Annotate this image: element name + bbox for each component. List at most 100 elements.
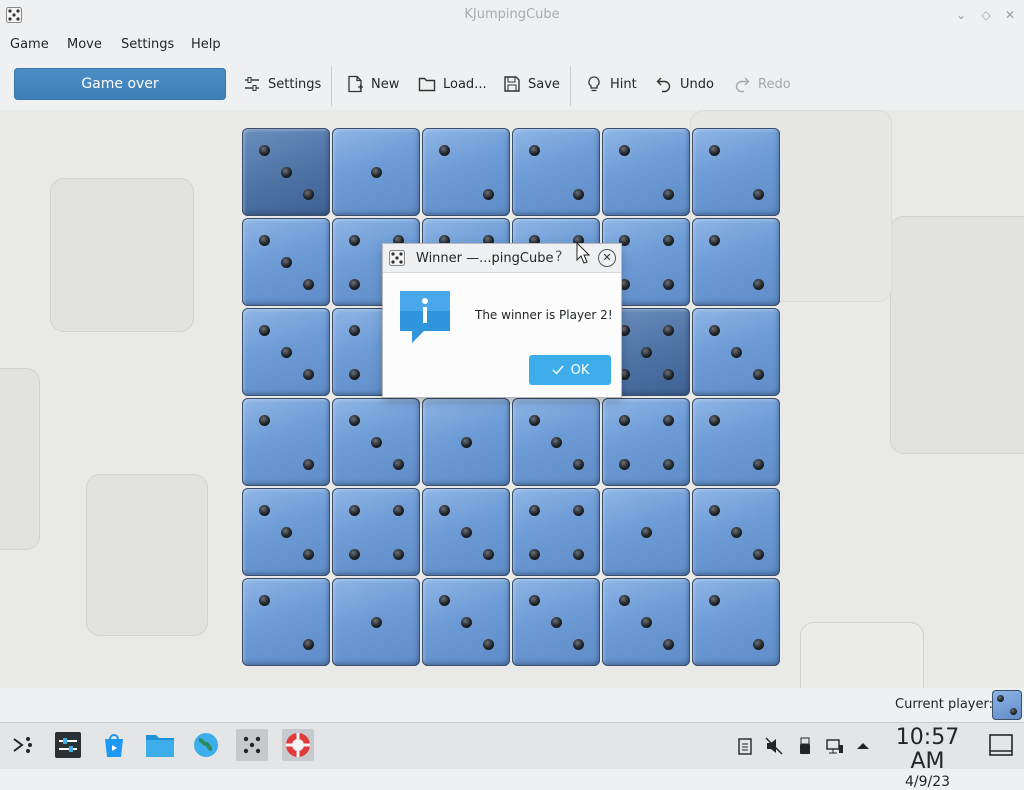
current-player-label: Current player: (895, 697, 993, 712)
cube-cell[interactable] (332, 128, 420, 216)
pip (348, 278, 360, 290)
close-window-icon[interactable]: ✕ (1001, 6, 1019, 24)
digital-clock[interactable]: 10:57 AM 4/9/23 (880, 726, 975, 790)
pip (460, 436, 472, 448)
redo-label: Redo (758, 76, 791, 92)
pip (662, 324, 674, 336)
pip (708, 504, 720, 516)
pip (460, 616, 472, 628)
cube-cell[interactable] (422, 398, 510, 486)
menu-settings[interactable]: Settings (121, 37, 174, 52)
game-status-button[interactable]: Game over (14, 68, 226, 100)
mouse-cursor-icon (576, 242, 590, 264)
folder-open-icon (418, 77, 436, 92)
save-button[interactable]: Save (503, 68, 560, 100)
settings-button[interactable]: Settings (243, 68, 321, 100)
cube-cell[interactable] (422, 578, 510, 666)
pip (438, 504, 450, 516)
volume-muted-icon[interactable] (765, 737, 783, 755)
pip (370, 166, 382, 178)
pip (482, 638, 494, 650)
pip (708, 414, 720, 426)
cube-cell[interactable] (602, 398, 690, 486)
cube-cell[interactable] (692, 128, 780, 216)
web-browser-icon[interactable] (190, 729, 222, 761)
cube-cell[interactable] (512, 128, 600, 216)
current-player-cube (992, 690, 1022, 720)
window-title: KJumpingCube (464, 7, 560, 22)
cube-cell[interactable] (332, 398, 420, 486)
cube-cell[interactable] (242, 128, 330, 216)
redo-button[interactable]: Redo (733, 68, 791, 100)
pip (752, 368, 764, 380)
cube-cell[interactable] (692, 308, 780, 396)
undo-button[interactable]: Undo (655, 68, 714, 100)
hint-button[interactable]: Hint (585, 68, 637, 100)
pip (280, 346, 292, 358)
pip (258, 144, 270, 156)
ok-button[interactable]: OK (529, 355, 611, 385)
load-button[interactable]: Load... (418, 68, 487, 100)
pip (662, 188, 674, 200)
pip (640, 346, 652, 358)
cube-cell[interactable] (332, 578, 420, 666)
pip (752, 188, 764, 200)
pip (302, 188, 314, 200)
kjumpingcube-icon[interactable] (236, 729, 268, 761)
application-launcher-icon[interactable] (6, 729, 38, 761)
cube-cell[interactable] (692, 398, 780, 486)
system-settings-icon[interactable] (52, 729, 84, 761)
help-icon[interactable]: ? (555, 249, 562, 265)
file-manager-icon[interactable] (144, 729, 176, 761)
cube-cell[interactable] (602, 488, 690, 576)
maximize-icon[interactable]: ◇ (977, 6, 995, 24)
cube-cell[interactable] (602, 578, 690, 666)
show-desktop-icon[interactable] (988, 733, 1014, 757)
dialog-body: The winner is Player 2! OK (383, 273, 621, 397)
checkmark-icon (552, 365, 564, 375)
cube-cell[interactable] (692, 578, 780, 666)
menu-game[interactable]: Game (10, 37, 49, 52)
cube-cell[interactable] (242, 218, 330, 306)
cube-cell[interactable] (512, 488, 600, 576)
menu-help[interactable]: Help (191, 37, 221, 52)
pip (280, 526, 292, 538)
cube-cell[interactable] (602, 128, 690, 216)
pip (550, 616, 562, 628)
pip (640, 616, 652, 628)
toolbar-separator (570, 66, 571, 106)
pip (392, 458, 404, 470)
pip (280, 256, 292, 268)
chevron-up-icon[interactable] (854, 737, 872, 755)
ktuberling-help-icon[interactable] (282, 729, 314, 761)
cube-cell[interactable] (242, 578, 330, 666)
cube-cell[interactable] (242, 488, 330, 576)
cube-cell[interactable] (692, 218, 780, 306)
pip (528, 414, 540, 426)
cube-cell[interactable] (692, 488, 780, 576)
pip (460, 526, 472, 538)
cube-cell[interactable] (512, 578, 600, 666)
save-label: Save (528, 76, 560, 92)
pip (708, 594, 720, 606)
background-decoration (50, 178, 194, 332)
clipboard-icon[interactable] (736, 737, 754, 755)
cube-cell[interactable] (332, 488, 420, 576)
usb-device-icon[interactable] (796, 737, 814, 755)
cube-cell[interactable] (422, 128, 510, 216)
pip (528, 594, 540, 606)
network-icon[interactable] (826, 737, 844, 755)
close-icon[interactable]: ✕ (598, 249, 616, 267)
cube-cell[interactable] (242, 308, 330, 396)
background-decoration (86, 474, 208, 636)
new-game-button[interactable]: New (346, 68, 399, 100)
discover-store-icon[interactable] (98, 729, 130, 761)
cube-cell[interactable] (512, 398, 600, 486)
lightbulb-icon (588, 76, 600, 92)
menu-move[interactable]: Move (67, 37, 102, 52)
cube-cell[interactable] (242, 398, 330, 486)
minimize-icon[interactable]: ⌄ (952, 6, 970, 24)
pip (662, 234, 674, 246)
cube-cell[interactable] (422, 488, 510, 576)
game-board (242, 128, 782, 668)
